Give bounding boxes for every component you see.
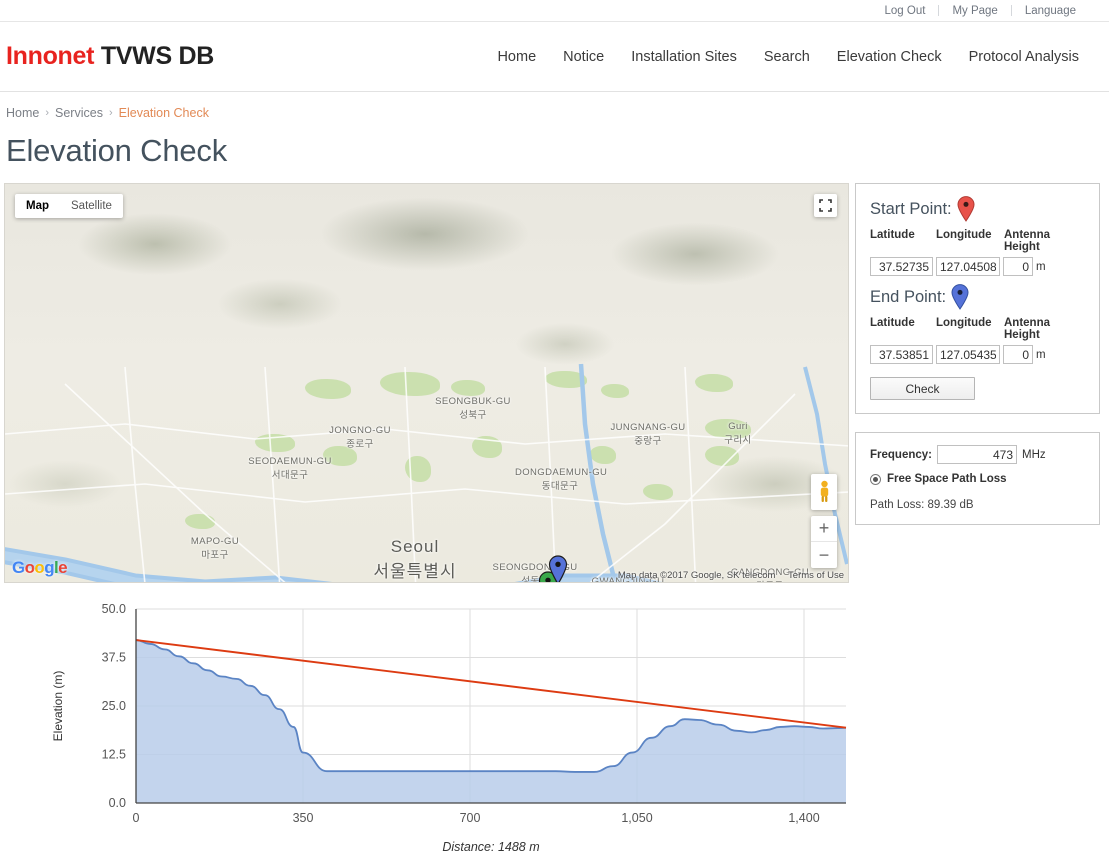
site-logo[interactable]: Innonet TVWS DB (6, 42, 214, 71)
nav-item-notice[interactable]: Notice (563, 49, 604, 65)
end-latitude-input[interactable] (870, 345, 933, 364)
utility-bar: Log Out My Page Language (0, 0, 1109, 22)
breadcrumb-separator: › (45, 107, 50, 119)
x-tick-label: 1,050 (621, 811, 652, 825)
start-longitude-input[interactable] (936, 257, 1000, 276)
end-point-fields: m (870, 345, 1085, 364)
logo-tvws-db: TVWS DB (100, 42, 214, 70)
frequency-input[interactable] (937, 445, 1017, 464)
x-tick-label: 350 (293, 811, 314, 825)
end-marker[interactable] (548, 555, 568, 583)
terrain-area (136, 640, 846, 803)
start-point-label: Start Point: (870, 199, 952, 218)
start-point-fields: m (870, 257, 1085, 276)
end-longitude-input[interactable] (936, 345, 1000, 364)
end-antenna-unit: m (1036, 348, 1046, 361)
check-button[interactable]: Check (870, 377, 975, 400)
start-antenna-height-label: Antenna Height (1004, 229, 1050, 253)
right-panel-column: Start Point: Latitude Longitude Antenna … (855, 183, 1100, 525)
x-tick-label: 0 (133, 811, 140, 825)
page-title: Elevation Check (6, 133, 228, 168)
nav-item-elevation-check[interactable]: Elevation Check (837, 49, 942, 65)
main-navigation: Home Notice Installation Sites Search El… (497, 49, 1089, 65)
start-point-field-labels: Latitude Longitude Antenna Height (870, 229, 1085, 253)
start-marker-icon (957, 196, 975, 222)
points-panel: Start Point: Latitude Longitude Antenna … (855, 183, 1100, 414)
nav-item-search[interactable]: Search (764, 49, 810, 65)
distance-label: Distance: 1488 m (442, 840, 539, 854)
nav-item-installation-sites[interactable]: Installation Sites (631, 49, 737, 65)
free-space-path-loss-option[interactable]: Free Space Path Loss (870, 473, 1085, 485)
x-tick-label: 700 (460, 811, 481, 825)
end-marker-icon (951, 284, 969, 310)
elevation-chart-svg: 0.0 12.5 25.0 37.5 50.0 0 350 700 1,050 1,400 Elev… (51, 602, 847, 854)
end-point-field-labels: Latitude Longitude Antenna Height (870, 317, 1085, 341)
end-latitude-label: Latitude (870, 317, 915, 329)
logout-link[interactable]: Log Out (872, 5, 939, 17)
nav-item-protocol-analysis[interactable]: Protocol Analysis (969, 49, 1079, 65)
map-container[interactable]: SEONGBUK-GU 성북구 JONGNO-GU 종로구 JUNGNANG-GU 중랑구… (4, 183, 849, 583)
path-loss-panel: Frequency: MHz Free Space Path Loss Path… (855, 432, 1100, 525)
my-page-link[interactable]: My Page (939, 5, 1010, 17)
breadcrumb-item-elevation-check[interactable]: Elevation Check (119, 106, 209, 120)
path-loss-result: Path Loss: 89.39 dB (870, 499, 974, 511)
frequency-row: Frequency: MHz (870, 445, 1085, 464)
free-space-path-loss-label: Free Space Path Loss (887, 473, 1007, 485)
logo-innonet: Innonet (6, 42, 95, 70)
y-tick-label: 25.0 (102, 699, 126, 713)
y-tick-label: 50.0 (102, 602, 126, 616)
frequency-label: Frequency: (870, 448, 932, 461)
content-area: SEONGBUK-GU 성북구 JONGNO-GU 종로구 JUNGNANG-GU 중랑구… (0, 183, 1109, 583)
y-axis-title: Elevation (m) (51, 671, 65, 742)
elevation-profile-chart: 0.0 12.5 25.0 37.5 50.0 0 350 700 1,050 1,400 Elev… (0, 601, 1109, 857)
end-antenna-height-label: Antenna Height (1004, 317, 1050, 341)
end-longitude-label: Longitude (936, 317, 992, 329)
radio-button-icon[interactable] (870, 473, 881, 485)
y-tick-label: 0.0 (109, 796, 126, 810)
nav-item-home[interactable]: Home (497, 49, 536, 65)
breadcrumb-item-services[interactable]: Services (55, 106, 103, 120)
start-point-header: Start Point: (870, 196, 1085, 222)
start-antenna-height-input[interactable] (1003, 257, 1033, 276)
start-antenna-unit: m (1036, 260, 1046, 273)
map-marker-layer[interactable] (5, 184, 848, 582)
start-longitude-label: Longitude (936, 229, 992, 241)
end-point-header: End Point: (870, 284, 1085, 310)
breadcrumb-item-home[interactable]: Home (6, 106, 39, 120)
breadcrumb: Home › Services › Elevation Check (0, 92, 1109, 120)
end-antenna-height-input[interactable] (1003, 345, 1033, 364)
y-tick-label: 12.5 (102, 748, 126, 762)
x-tick-label: 1,400 (788, 811, 819, 825)
language-link[interactable]: Language (1012, 5, 1089, 17)
frequency-unit: MHz (1022, 448, 1046, 461)
site-header: Innonet TVWS DB Home Notice Installation… (0, 22, 1109, 92)
breadcrumb-separator: › (108, 107, 113, 119)
start-latitude-input[interactable] (870, 257, 933, 276)
end-point-label: End Point: (870, 287, 947, 306)
y-tick-label: 37.5 (102, 651, 126, 665)
start-latitude-label: Latitude (870, 229, 915, 241)
